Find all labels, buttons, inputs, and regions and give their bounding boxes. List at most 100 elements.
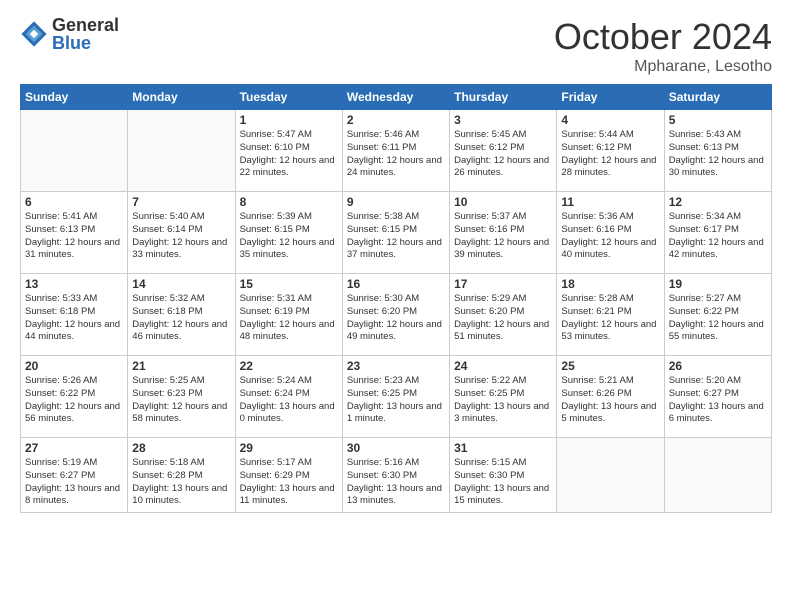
logo: General Blue xyxy=(20,16,119,52)
day-info: Sunrise: 5:34 AMSunset: 6:17 PMDaylight:… xyxy=(669,211,767,262)
day-info: Sunrise: 5:24 AMSunset: 6:24 PMDaylight:… xyxy=(240,375,338,426)
day-number: 19 xyxy=(669,277,767,291)
day-info: Sunrise: 5:22 AMSunset: 6:25 PMDaylight:… xyxy=(454,375,552,426)
day-info: Sunrise: 5:33 AMSunset: 6:18 PMDaylight:… xyxy=(25,293,123,344)
calendar-cell: 18 Sunrise: 5:28 AMSunset: 6:21 PMDayligh… xyxy=(557,274,664,356)
calendar-cell xyxy=(128,110,235,192)
day-info: Sunrise: 5:29 AMSunset: 6:20 PMDaylight:… xyxy=(454,293,552,344)
calendar-cell: 1Sunrise: 5:47 AMSunset: 6:10 PMDaylight… xyxy=(235,110,342,192)
calendar-cell: 24 Sunrise: 5:22 AMSunset: 6:25 PMDayligh… xyxy=(450,356,557,438)
day-info: Sunrise: 5:17 AMSunset: 6:29 PMDaylight:… xyxy=(240,457,338,508)
week-row-5: 27 Sunrise: 5:19 AMSunset: 6:27 PMDayligh… xyxy=(21,438,772,513)
calendar-cell: 20Sunrise: 5:26 AMSunset: 6:22 PMDayligh… xyxy=(21,356,128,438)
day-number: 25 xyxy=(561,359,659,373)
weekday-header-tuesday: Tuesday xyxy=(235,85,342,110)
day-number: 8 xyxy=(240,195,338,209)
day-number: 30 xyxy=(347,441,445,455)
calendar-cell: 13 Sunrise: 5:33 AMSunset: 6:18 PMDayligh… xyxy=(21,274,128,356)
day-number: 2 xyxy=(347,113,445,127)
day-number: 7 xyxy=(132,195,230,209)
calendar-cell xyxy=(557,438,664,513)
weekday-header-sunday: Sunday xyxy=(21,85,128,110)
header: General Blue October 2024 Mpharane, Leso… xyxy=(20,16,772,76)
day-number: 29 xyxy=(240,441,338,455)
calendar-cell: 6 Sunrise: 5:41 AMSunset: 6:13 PMDaylight… xyxy=(21,192,128,274)
month-title: October 2024 xyxy=(554,16,772,58)
day-number: 24 xyxy=(454,359,552,373)
calendar-cell: 3Sunrise: 5:45 AMSunset: 6:12 PMDaylight… xyxy=(450,110,557,192)
day-info: Sunrise: 5:19 AMSunset: 6:27 PMDaylight:… xyxy=(25,457,123,508)
day-number: 1 xyxy=(240,113,338,127)
calendar-cell: 23 Sunrise: 5:23 AMSunset: 6:25 PMDayligh… xyxy=(342,356,449,438)
calendar-cell: 16Sunrise: 5:30 AMSunset: 6:20 PMDayligh… xyxy=(342,274,449,356)
logo-icon xyxy=(20,20,48,48)
day-number: 26 xyxy=(669,359,767,373)
calendar-cell: 8Sunrise: 5:39 AMSunset: 6:15 PMDaylight… xyxy=(235,192,342,274)
day-number: 21 xyxy=(132,359,230,373)
calendar-cell: 15 Sunrise: 5:31 AMSunset: 6:19 PMDayligh… xyxy=(235,274,342,356)
weekday-header-thursday: Thursday xyxy=(450,85,557,110)
calendar-cell: 27 Sunrise: 5:19 AMSunset: 6:27 PMDayligh… xyxy=(21,438,128,513)
day-number: 17 xyxy=(454,277,552,291)
day-info: Sunrise: 5:46 AMSunset: 6:11 PMDaylight:… xyxy=(347,129,445,180)
calendar-cell: 28Sunrise: 5:18 AMSunset: 6:28 PMDayligh… xyxy=(128,438,235,513)
week-row-1: 1Sunrise: 5:47 AMSunset: 6:10 PMDaylight… xyxy=(21,110,772,192)
day-info: Sunrise: 5:18 AMSunset: 6:28 PMDaylight:… xyxy=(132,457,230,508)
day-number: 16 xyxy=(347,277,445,291)
day-info: Sunrise: 5:40 AMSunset: 6:14 PMDaylight:… xyxy=(132,211,230,262)
day-number: 18 xyxy=(561,277,659,291)
day-number: 6 xyxy=(25,195,123,209)
calendar-cell: 10 Sunrise: 5:37 AMSunset: 6:16 PMDayligh… xyxy=(450,192,557,274)
day-info: Sunrise: 5:27 AMSunset: 6:22 PMDaylight:… xyxy=(669,293,767,344)
calendar-cell: 25 Sunrise: 5:21 AMSunset: 6:26 PMDayligh… xyxy=(557,356,664,438)
day-number: 22 xyxy=(240,359,338,373)
calendar-cell xyxy=(664,438,771,513)
week-row-4: 20Sunrise: 5:26 AMSunset: 6:22 PMDayligh… xyxy=(21,356,772,438)
title-section: October 2024 Mpharane, Lesotho xyxy=(554,16,772,76)
calendar-cell: 5Sunrise: 5:43 AMSunset: 6:13 PMDaylight… xyxy=(664,110,771,192)
day-number: 13 xyxy=(25,277,123,291)
weekday-header-wednesday: Wednesday xyxy=(342,85,449,110)
day-number: 10 xyxy=(454,195,552,209)
calendar-cell: 22 Sunrise: 5:24 AMSunset: 6:24 PMDayligh… xyxy=(235,356,342,438)
page: General Blue October 2024 Mpharane, Leso… xyxy=(0,0,792,612)
calendar-cell: 26 Sunrise: 5:20 AMSunset: 6:27 PMDayligh… xyxy=(664,356,771,438)
weekday-header-saturday: Saturday xyxy=(664,85,771,110)
day-info: Sunrise: 5:38 AMSunset: 6:15 PMDaylight:… xyxy=(347,211,445,262)
weekday-header-row: SundayMondayTuesdayWednesdayThursdayFrid… xyxy=(21,85,772,110)
day-info: Sunrise: 5:28 AMSunset: 6:21 PMDaylight:… xyxy=(561,293,659,344)
day-number: 4 xyxy=(561,113,659,127)
day-number: 12 xyxy=(669,195,767,209)
calendar-cell: 2 Sunrise: 5:46 AMSunset: 6:11 PMDaylight… xyxy=(342,110,449,192)
day-number: 27 xyxy=(25,441,123,455)
day-info: Sunrise: 5:37 AMSunset: 6:16 PMDaylight:… xyxy=(454,211,552,262)
day-info: Sunrise: 5:41 AMSunset: 6:13 PMDaylight:… xyxy=(25,211,123,262)
logo-text: General Blue xyxy=(52,16,119,52)
day-number: 9 xyxy=(347,195,445,209)
calendar-cell: 12 Sunrise: 5:34 AMSunset: 6:17 PMDayligh… xyxy=(664,192,771,274)
calendar-cell: 7 Sunrise: 5:40 AMSunset: 6:14 PMDaylight… xyxy=(128,192,235,274)
day-info: Sunrise: 5:21 AMSunset: 6:26 PMDaylight:… xyxy=(561,375,659,426)
calendar-cell: 17 Sunrise: 5:29 AMSunset: 6:20 PMDayligh… xyxy=(450,274,557,356)
weekday-header-friday: Friday xyxy=(557,85,664,110)
weekday-header-monday: Monday xyxy=(128,85,235,110)
calendar-cell: 11Sunrise: 5:36 AMSunset: 6:16 PMDayligh… xyxy=(557,192,664,274)
calendar-cell: 30Sunrise: 5:16 AMSunset: 6:30 PMDayligh… xyxy=(342,438,449,513)
calendar-cell: 21 Sunrise: 5:25 AMSunset: 6:23 PMDayligh… xyxy=(128,356,235,438)
day-info: Sunrise: 5:23 AMSunset: 6:25 PMDaylight:… xyxy=(347,375,445,426)
day-info: Sunrise: 5:15 AMSunset: 6:30 PMDaylight:… xyxy=(454,457,552,508)
calendar-cell: 14Sunrise: 5:32 AMSunset: 6:18 PMDayligh… xyxy=(128,274,235,356)
week-row-3: 13 Sunrise: 5:33 AMSunset: 6:18 PMDayligh… xyxy=(21,274,772,356)
logo-general-text: General xyxy=(52,16,119,34)
day-info: Sunrise: 5:45 AMSunset: 6:12 PMDaylight:… xyxy=(454,129,552,180)
day-info: Sunrise: 5:25 AMSunset: 6:23 PMDaylight:… xyxy=(132,375,230,426)
day-number: 23 xyxy=(347,359,445,373)
calendar-cell: 4Sunrise: 5:44 AMSunset: 6:12 PMDaylight… xyxy=(557,110,664,192)
day-info: Sunrise: 5:20 AMSunset: 6:27 PMDaylight:… xyxy=(669,375,767,426)
day-number: 15 xyxy=(240,277,338,291)
calendar-cell: 9 Sunrise: 5:38 AMSunset: 6:15 PMDaylight… xyxy=(342,192,449,274)
day-info: Sunrise: 5:31 AMSunset: 6:19 PMDaylight:… xyxy=(240,293,338,344)
day-info: Sunrise: 5:36 AMSunset: 6:16 PMDaylight:… xyxy=(561,211,659,262)
location-title: Mpharane, Lesotho xyxy=(554,58,772,76)
calendar-table: SundayMondayTuesdayWednesdayThursdayFrid… xyxy=(20,84,772,513)
